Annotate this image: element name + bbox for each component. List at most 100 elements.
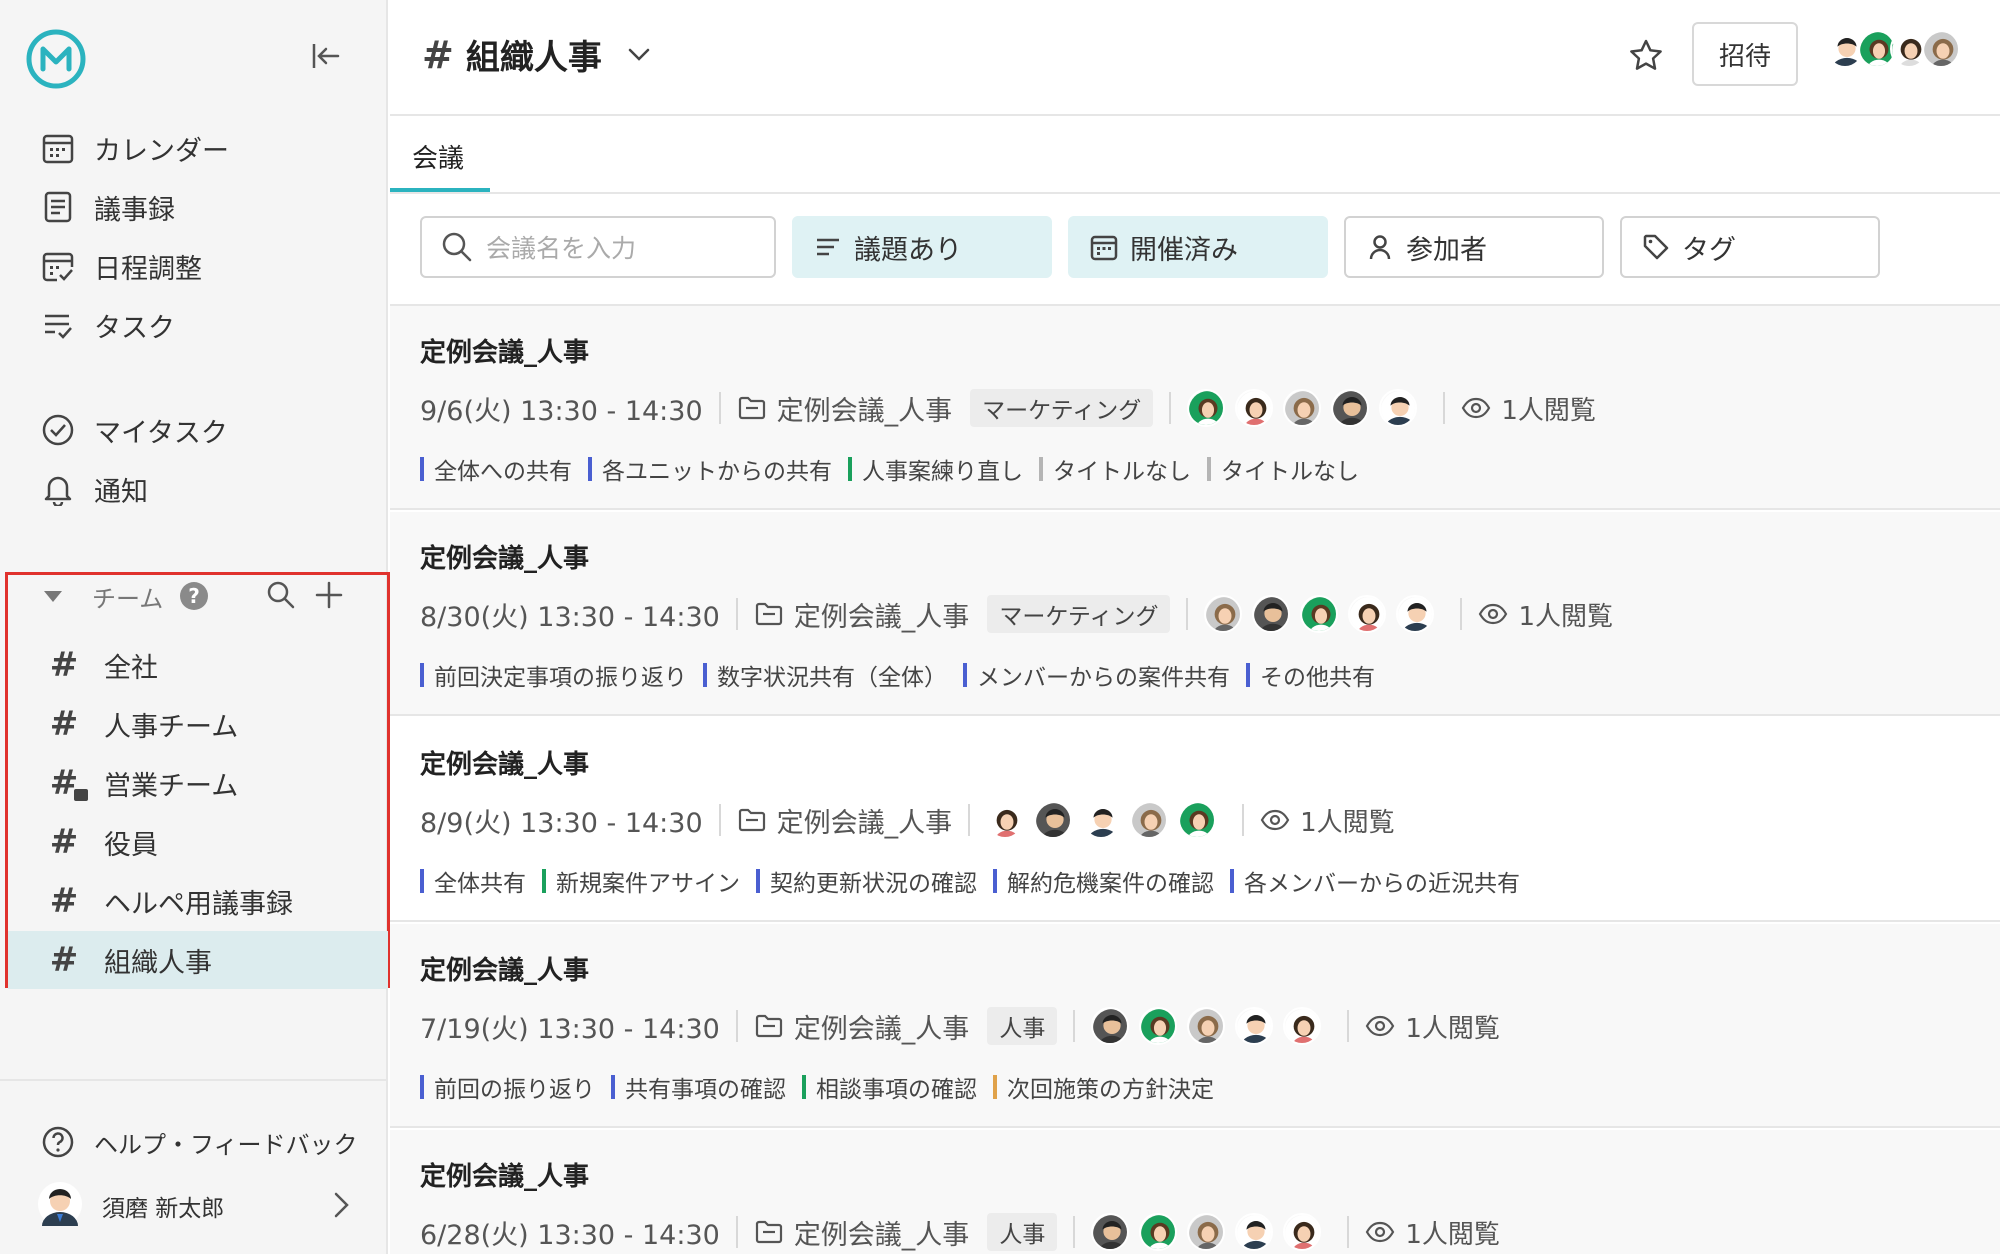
nav-tasks[interactable]: タスク <box>38 303 175 347</box>
agenda-item[interactable]: 人事案練り直し <box>848 452 1023 486</box>
help-feedback-link[interactable]: ヘルプ・フィードバック <box>38 1120 358 1164</box>
team-item-help-minutes[interactable]: # ヘルペ用議事録 <box>8 872 388 930</box>
participant-avatars[interactable] <box>1187 389 1427 427</box>
meeting-row[interactable]: 定例会議_人事 7/19(火) 13:30 - 14:30 定例会議_人事 人事… <box>390 924 2000 1128</box>
invite-button[interactable]: 招待 <box>1692 22 1798 86</box>
nav-scheduling[interactable]: 日程調整 <box>38 244 202 288</box>
agenda-list: 前回決定事項の振り返り 数字状況共有（全体） メンバーからの案件共有 その他共有 <box>420 658 1391 692</box>
agenda-item[interactable]: 各メンバーからの近況共有 <box>1230 864 1520 898</box>
hash-icon: # <box>49 822 79 862</box>
agenda-item[interactable]: 前回の振り返り <box>420 1070 595 1104</box>
agenda-item[interactable]: 前回決定事項の振り返り <box>420 658 687 692</box>
agenda-item[interactable]: 各ユニットからの共有 <box>588 452 832 486</box>
separator <box>735 1010 738 1042</box>
filter-label: 参加者 <box>1406 234 1487 266</box>
agenda-item[interactable]: 契約更新状況の確認 <box>756 864 977 898</box>
nav-minutes[interactable]: 議事録 <box>38 185 175 229</box>
chevron-down-icon[interactable] <box>624 40 654 70</box>
team-item-hr[interactable]: # 人事チーム <box>8 695 388 753</box>
avatar <box>38 1182 82 1230</box>
meeting-folder[interactable]: 定例会議_人事 <box>754 1213 970 1252</box>
user-menu[interactable]: 須磨 新太郎 <box>38 1178 358 1234</box>
agenda-item[interactable]: 次回施策の方針決定 <box>993 1070 1214 1104</box>
folder-icon <box>755 1220 782 1244</box>
meeting-tag[interactable]: 人事 <box>987 1007 1058 1045</box>
agenda-item[interactable]: メンバーからの案件共有 <box>963 658 1230 692</box>
team-section-toggle[interactable]: チーム <box>44 578 163 614</box>
star-icon[interactable] <box>1626 36 1666 76</box>
meeting-tag[interactable]: 人事 <box>987 1213 1058 1251</box>
agenda-item[interactable]: 共有事項の確認 <box>611 1070 786 1104</box>
meeting-folder[interactable]: 定例会議_人事 <box>737 801 952 840</box>
meeting-folder[interactable]: 定例会議_人事 <box>754 595 969 634</box>
avatar <box>1139 1213 1178 1251</box>
meeting-folder[interactable]: 定例会議_人事 <box>754 1007 969 1046</box>
nav-my-tasks[interactable]: マイタスク <box>38 408 228 452</box>
agenda-item[interactable]: 数字状況共有（全体） <box>703 658 947 692</box>
meeting-row[interactable]: 定例会議_人事 6/28(火) 13:30 - 14:30 定例会議_人事 人事… <box>390 1130 2000 1254</box>
team-item-executives[interactable]: # 役員 <box>8 813 388 871</box>
meeting-datetime: 9/6(火) 13:30 - 14:30 <box>420 395 703 427</box>
view-count: 1人閲覧 <box>1365 1008 1500 1045</box>
calendar-icon <box>1090 235 1118 261</box>
separator <box>1347 1216 1350 1248</box>
agenda-item[interactable]: その他共有 <box>1246 658 1375 692</box>
folder-name: 定例会議_人事 <box>793 1219 970 1251</box>
avatar <box>1235 389 1274 427</box>
team-search-icon[interactable] <box>264 578 298 612</box>
collapse-sidebar-icon[interactable] <box>308 38 344 74</box>
avatar <box>1348 595 1387 633</box>
add-team-icon[interactable] <box>312 578 346 612</box>
participant-avatars[interactable] <box>1091 1007 1331 1045</box>
filter-label: 開催済み <box>1130 234 1238 266</box>
folder-icon <box>738 808 765 832</box>
filter-tags[interactable]: タグ <box>1620 216 1880 278</box>
nav-notifications[interactable]: 通知 <box>38 467 148 511</box>
meeting-tag[interactable]: マーケティング <box>987 595 1171 633</box>
agenda-item[interactable]: 相談事項の確認 <box>802 1070 977 1104</box>
team-item-sales[interactable]: # 営業チーム <box>8 754 388 812</box>
agenda-item[interactable]: タイトルなし <box>1039 452 1191 486</box>
meeting-info: 8/9(火) 13:30 - 14:30 定例会議_人事 1人閲覧 <box>420 798 1395 842</box>
agenda-item[interactable]: タイトルなし <box>1207 452 1359 486</box>
team-item-all[interactable]: # 全社 <box>8 636 388 694</box>
tab-active-indicator <box>390 188 490 192</box>
participant-avatars[interactable] <box>1204 595 1444 633</box>
meeting-row[interactable]: 定例会議_人事 8/9(火) 13:30 - 14:30 定例会議_人事 1人閲… <box>390 718 2000 922</box>
bell-icon <box>38 469 78 509</box>
member-avatars[interactable] <box>1826 30 1960 68</box>
meeting-folder[interactable]: 定例会議_人事 <box>737 389 952 428</box>
avatar <box>1283 1213 1322 1251</box>
filter-held[interactable]: 開催済み <box>1068 216 1328 278</box>
filter-has-agenda[interactable]: 議題あり <box>792 216 1052 278</box>
agenda-item[interactable]: 全体への共有 <box>420 452 572 486</box>
channel-title[interactable]: # 組織人事 <box>422 30 654 79</box>
avatar <box>1331 389 1370 427</box>
help-circle-icon[interactable]: ? <box>180 582 208 610</box>
separator <box>1443 392 1446 424</box>
agenda-item[interactable]: 全体共有 <box>420 864 526 898</box>
nav-calendar[interactable]: カレンダー <box>38 126 229 170</box>
agenda-list: 全体共有 新規案件アサイン 契約更新状況の確認 解約危機案件の確認 各メンバーか… <box>420 864 1536 898</box>
filter-participants[interactable]: 参加者 <box>1344 216 1604 278</box>
app-logo-icon[interactable] <box>25 28 87 90</box>
participant-avatars[interactable] <box>986 801 1226 839</box>
agenda-item[interactable]: 新規案件アサイン <box>542 864 740 898</box>
team-item-org-hr[interactable]: # 組織人事 <box>8 931 388 989</box>
team-item-label: 全社 <box>104 652 158 684</box>
meeting-row[interactable]: 定例会議_人事 9/6(火) 13:30 - 14:30 定例会議_人事 マーケ… <box>390 306 2000 510</box>
view-count-label: 1人閲覧 <box>1518 601 1614 632</box>
help-feedback-label: ヘルプ・フィードバック <box>94 1130 358 1159</box>
meeting-tag[interactable]: マーケティング <box>970 389 1154 427</box>
tab-meetings[interactable]: 会議 <box>412 118 464 194</box>
separator <box>718 392 721 424</box>
participant-avatars[interactable] <box>1091 1213 1331 1251</box>
nav-tasks-label: タスク <box>94 312 175 344</box>
meeting-datetime: 8/30(火) 13:30 - 14:30 <box>420 601 720 633</box>
agenda-list: 全体への共有 各ユニットからの共有 人事案練り直し タイトルなし タイトルなし <box>420 452 1375 486</box>
search-input[interactable]: 会議名を入力 <box>420 216 776 278</box>
agenda-item[interactable]: 解約危機案件の確認 <box>993 864 1214 898</box>
meeting-row[interactable]: 定例会議_人事 8/30(火) 13:30 - 14:30 定例会議_人事 マー… <box>390 512 2000 716</box>
eye-icon <box>1462 397 1491 419</box>
eye-icon <box>1479 603 1508 625</box>
